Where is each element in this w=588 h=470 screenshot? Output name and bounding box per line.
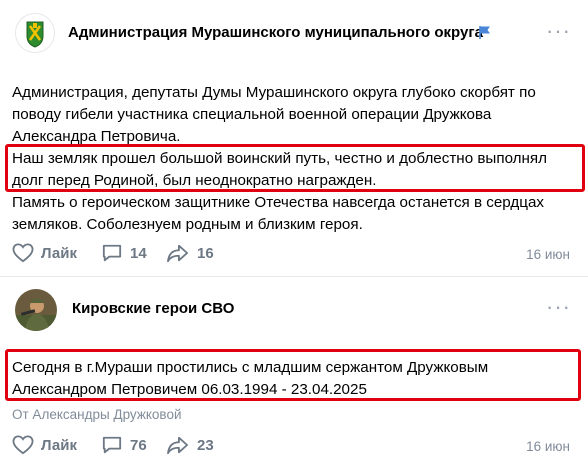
group-name-link[interactable]: Кировские герои СВО xyxy=(72,300,234,317)
share-count: 23 xyxy=(197,436,214,454)
comment-count: 76 xyxy=(130,436,147,454)
highlight-box xyxy=(5,349,581,401)
divider xyxy=(0,276,588,277)
group-name-link[interactable]: Администрация Мурашинского муниципальног… xyxy=(68,24,483,41)
soldier-avatar-icon xyxy=(15,289,57,331)
post-date[interactable]: 16 июн xyxy=(526,247,570,262)
share-icon xyxy=(167,436,188,455)
like-button[interactable]: Лайк xyxy=(12,243,77,263)
comment-icon xyxy=(102,436,122,454)
more-icon[interactable]: ··· xyxy=(546,296,571,318)
like-button[interactable]: Лайк xyxy=(12,435,77,455)
comment-icon xyxy=(102,244,122,262)
post-actions: Лайк 14 16 16 июн xyxy=(0,240,588,270)
coat-of-arms-icon xyxy=(16,14,54,52)
heart-icon xyxy=(12,435,34,455)
like-label: Лайк xyxy=(41,436,77,454)
flag-icon xyxy=(479,26,490,39)
highlight-box xyxy=(5,144,585,192)
share-count: 16 xyxy=(197,244,214,262)
group-avatar[interactable] xyxy=(15,13,55,53)
post-actions: Лайк 76 23 16 июн xyxy=(0,432,588,462)
post-text-line: земляков. Соболезнуем родным и близким г… xyxy=(12,216,363,233)
share-button[interactable]: 16 xyxy=(166,243,214,263)
comment-button[interactable]: 14 xyxy=(101,243,147,263)
post-date[interactable]: 16 июн xyxy=(526,439,570,454)
share-icon xyxy=(167,244,188,263)
heart-icon xyxy=(12,243,34,263)
group-avatar[interactable] xyxy=(15,289,57,331)
post-text-line: Администрация, депутаты Думы Мурашинског… xyxy=(12,84,536,101)
comment-count: 14 xyxy=(130,244,147,262)
comment-button[interactable]: 76 xyxy=(101,435,147,455)
post-text-line: поводу гибели участника специальной воен… xyxy=(12,106,492,123)
author-link[interactable]: От Александры Дружковой xyxy=(12,407,182,422)
post-text-line: Память о героическом защитнике Отечества… xyxy=(12,194,545,211)
more-icon[interactable]: ··· xyxy=(546,20,571,42)
post-header: Администрация Мурашинского муниципальног… xyxy=(0,0,588,70)
share-button[interactable]: 23 xyxy=(166,435,214,455)
like-label: Лайк xyxy=(41,244,77,262)
